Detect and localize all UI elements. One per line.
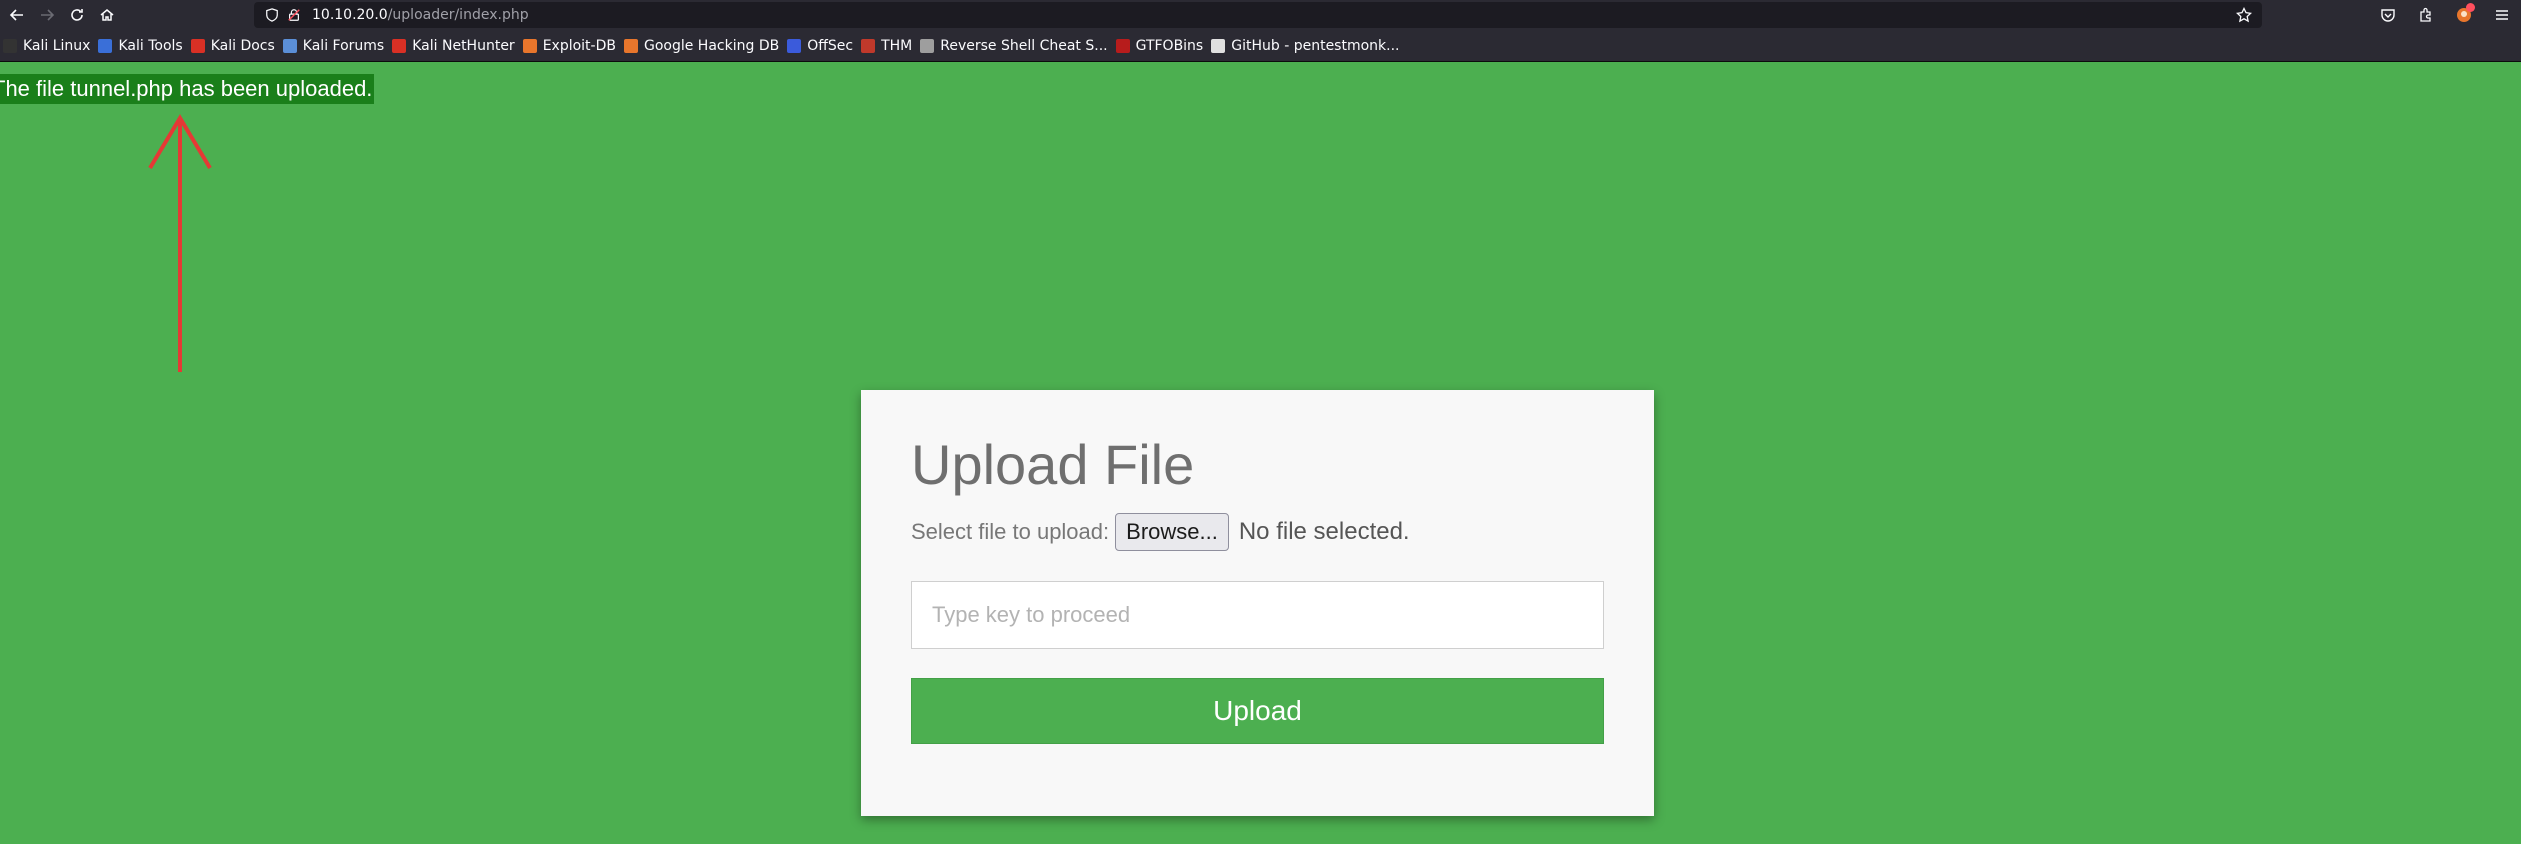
bookmark-item[interactable]: GTFOBins [1113,34,1209,58]
bookmark-star-icon[interactable] [2235,6,2253,27]
bookmark-label: OffSec [807,37,854,54]
kali-tools-icon [98,38,113,53]
thm-icon [861,38,876,53]
account-avatar-icon[interactable] [2445,0,2483,30]
bookmark-item[interactable]: Kali Linux [0,34,95,58]
kali-forums-icon [282,38,297,53]
bookmark-item[interactable]: THM [858,34,917,58]
bookmark-item[interactable]: Kali Tools [95,34,187,58]
github-icon [1211,38,1226,53]
exploit-db-icon [522,38,537,53]
bookmark-label: Kali Forums [302,37,385,54]
address-bar[interactable]: 10.10.20.0/uploader/index.php [254,2,2262,28]
page-title: Upload File [911,433,1195,496]
upload-success-message: The file tunnel.php has been uploaded. [0,74,375,104]
bookmark-item[interactable]: GitHub - pentestmonk... [1208,34,1404,58]
upload-card: Upload File Select file to upload: Brows… [861,390,1654,816]
bookmark-item[interactable]: Exploit-DB [520,34,621,58]
bookmarks-toolbar: Kali Linux Kali Tools Kali Docs Kali Forums… [0,30,2521,62]
no-file-text: No file selected. [1238,518,1410,545]
insecure-lock-icon[interactable] [286,7,302,23]
reverse-shell-icon [920,38,935,53]
upload-button[interactable]: Upload [911,678,1604,744]
bookmark-label: Kali NetHunter [412,37,515,54]
bookmark-label: Google Hacking DB [643,37,780,54]
hamburger-menu-icon[interactable] [2483,0,2521,30]
browse-button[interactable]: Browse... [1115,513,1229,551]
bookmark-label: Reverse Shell Cheat S... [940,37,1108,54]
home-icon[interactable] [94,2,120,28]
bookmark-label: GTFOBins [1135,37,1204,54]
bookmark-label: Kali Tools [118,37,183,54]
bookmark-item[interactable]: Kali NetHunter [389,34,519,58]
reload-icon[interactable] [64,2,90,28]
forward-arrow-icon[interactable] [34,2,60,28]
shield-icon[interactable] [264,7,280,23]
bookmark-item[interactable]: Google Hacking DB [621,34,784,58]
bookmark-label: Kali Linux [23,37,91,54]
back-arrow-icon[interactable] [4,2,30,28]
nethunter-icon [392,38,407,53]
red-arrow-annotation [148,114,212,372]
bookmark-item[interactable]: OffSec [784,34,858,58]
bookmark-item[interactable]: Kali Docs [188,34,280,58]
ghdb-icon [623,38,638,53]
bookmark-item[interactable]: Reverse Shell Cheat S... [917,34,1112,58]
url-host: 10.10.20.0 [312,7,388,23]
bookmark-label: Exploit-DB [542,37,616,54]
key-input[interactable] [911,581,1604,649]
bookmark-label: Kali Docs [210,37,275,54]
kali-dragon-icon [3,38,17,53]
browser-toolbar: 10.10.20.0/uploader/index.php [0,0,2521,30]
notification-badge [2466,3,2475,12]
gtfobins-icon [1115,38,1130,53]
bookmark-label: THM [881,37,913,54]
extensions-icon[interactable] [2407,0,2445,30]
file-picker-row: Select file to upload: Browse... No file… [911,513,1410,551]
kali-docs-icon [190,38,205,53]
pocket-icon[interactable] [2369,0,2407,30]
file-label: Select file to upload: [911,519,1110,544]
offsec-icon [787,38,802,53]
bookmark-item[interactable]: Kali Forums [280,34,389,58]
bookmark-label: GitHub - pentestmonk... [1231,37,1400,54]
url-path: /uploader/index.php [387,7,529,23]
